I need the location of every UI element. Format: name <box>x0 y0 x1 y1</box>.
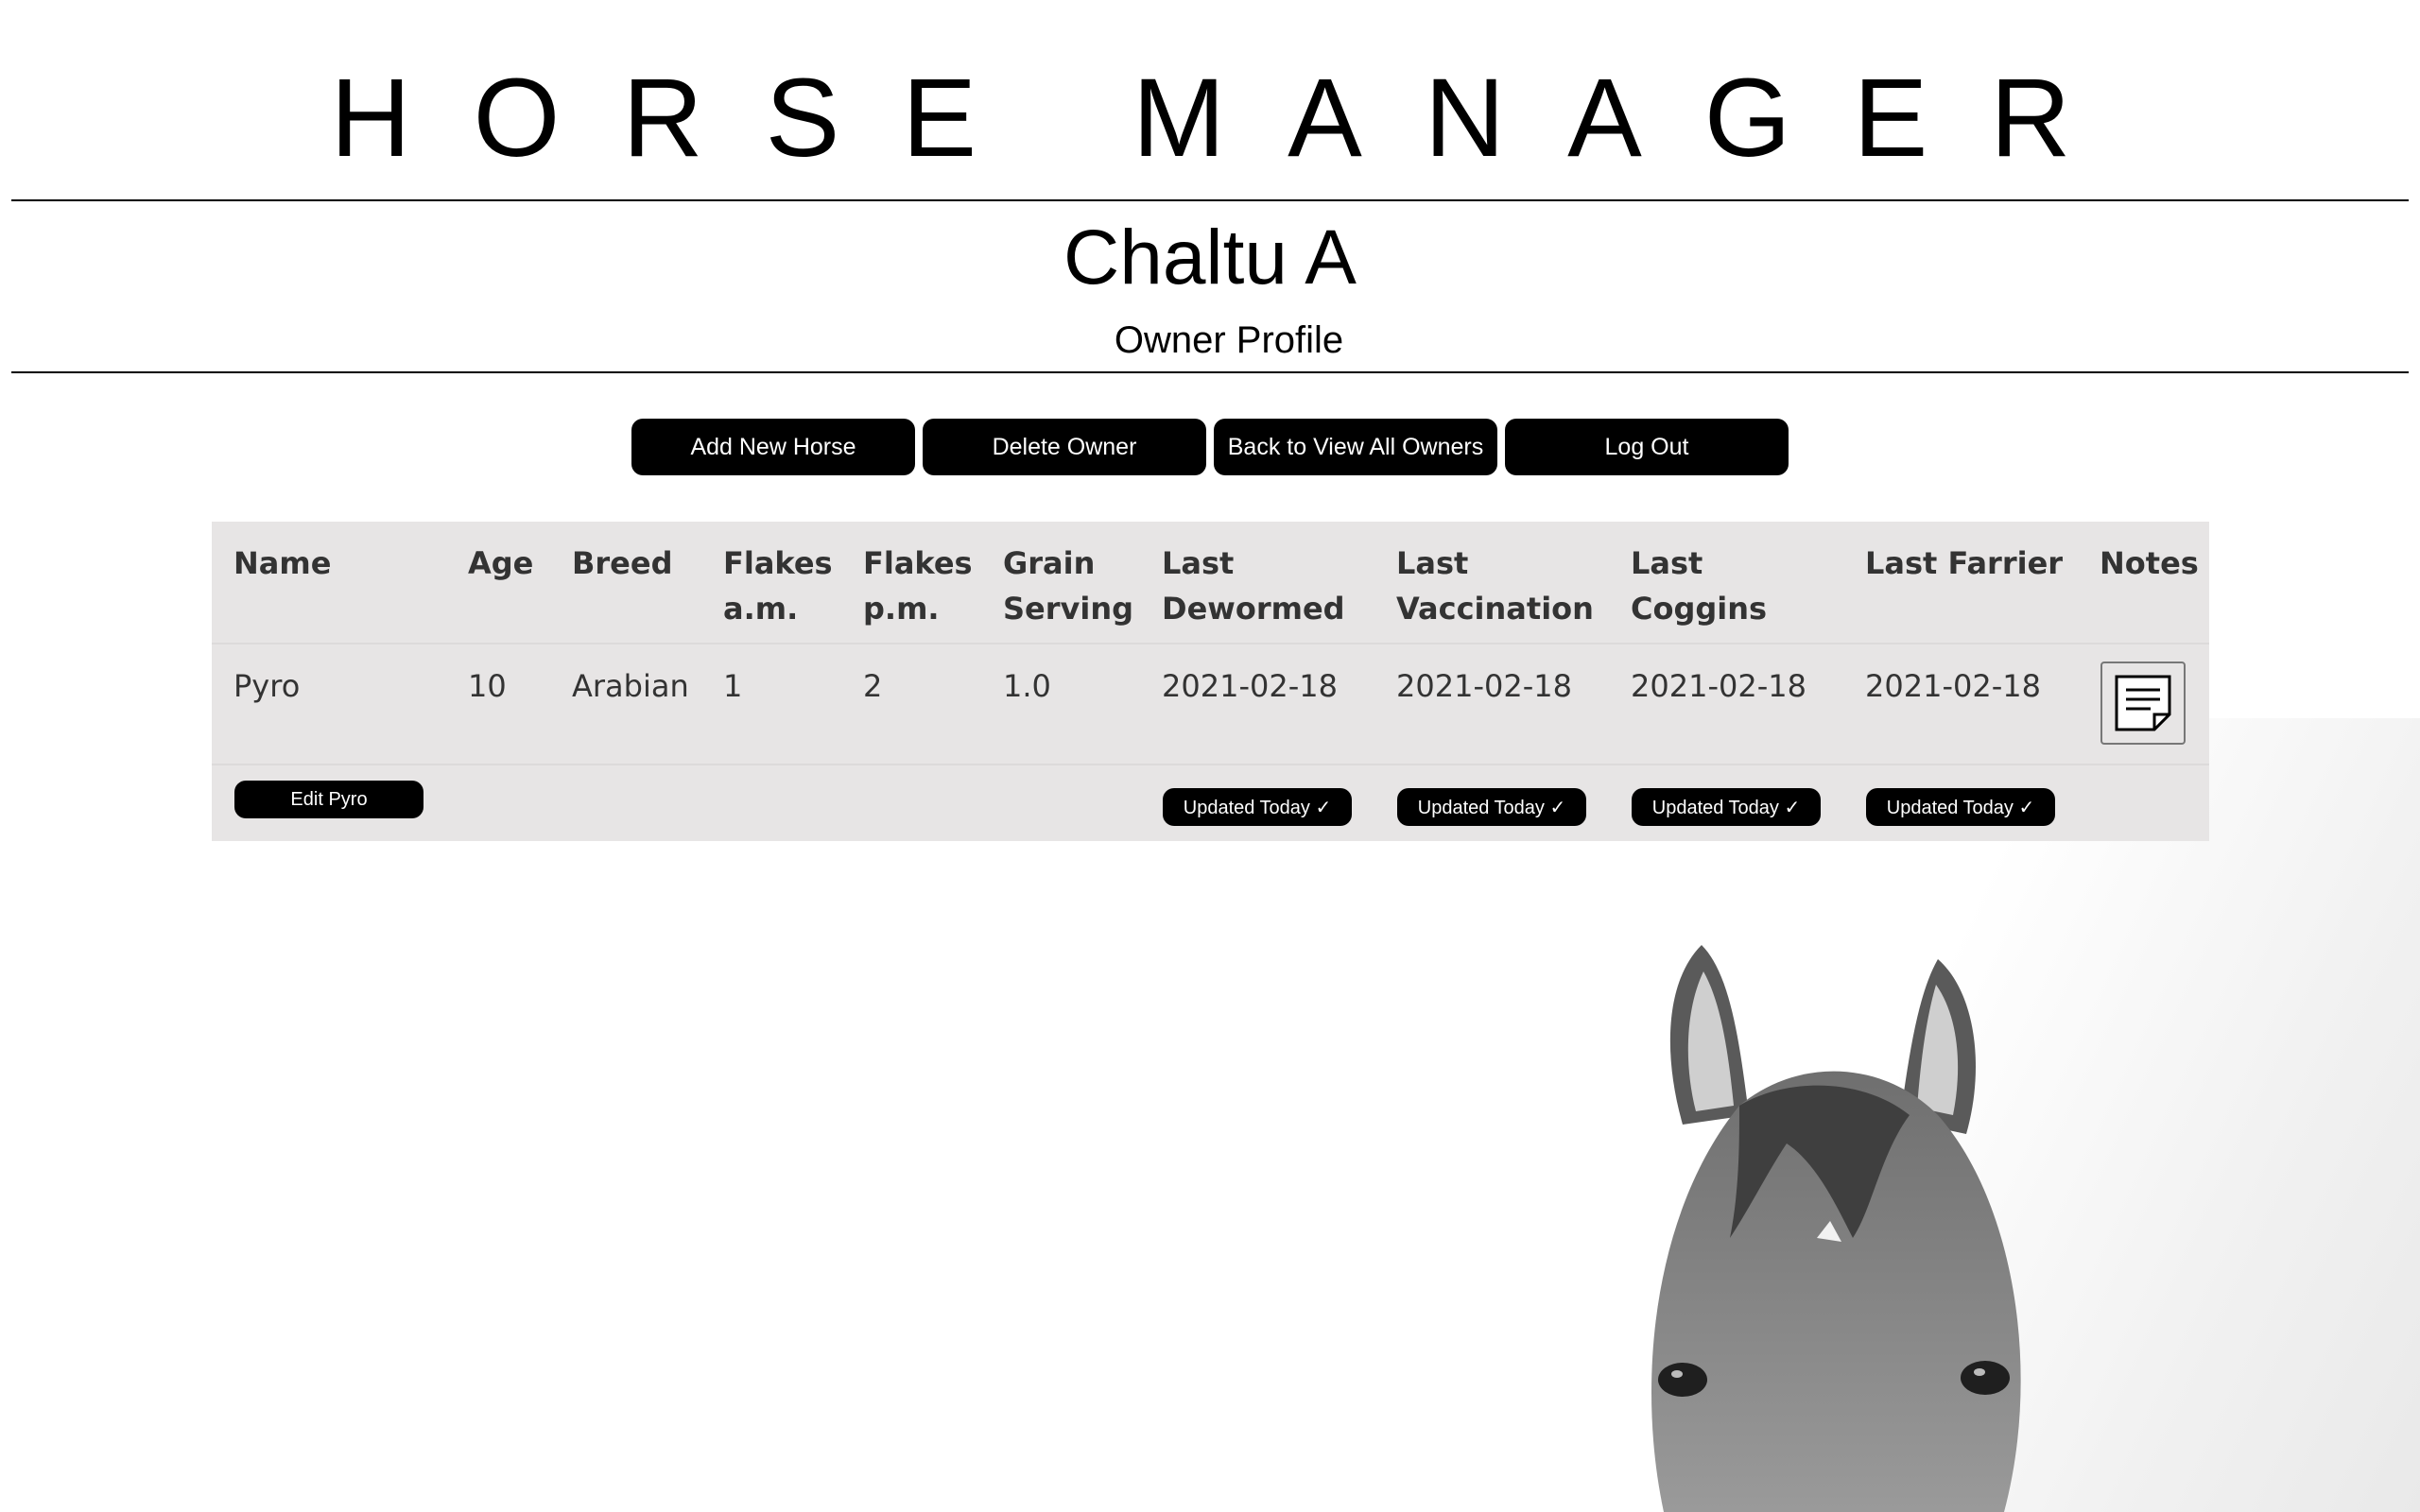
owner-subtitle: Owner Profile <box>1114 319 1344 361</box>
row-divider <box>212 643 2209 644</box>
row-divider <box>212 764 2209 765</box>
update-dewormed-button[interactable]: Updated Today ✓ <box>1163 788 1352 826</box>
notes-button[interactable] <box>2100 662 2186 745</box>
header-last-farrier: Last Farrier <box>1865 545 2064 581</box>
back-to-owners-button[interactable]: Back to View All Owners <box>1214 419 1497 475</box>
cell-flakes-pm: 2 <box>863 668 883 704</box>
header-age: Age <box>468 545 534 581</box>
header-divider <box>11 199 2409 201</box>
horses-table: Name Age Breed Flakes a.m. Flakes p.m. G… <box>212 522 2209 841</box>
cell-last-coggins: 2021-02-18 <box>1631 668 1806 704</box>
delete-owner-button[interactable]: Delete Owner <box>923 419 1206 475</box>
app-title: HORSE MANAGER <box>330 56 2134 180</box>
header-grain-serving: Grain Serving <box>1003 545 1134 627</box>
header-breed: Breed <box>572 545 673 581</box>
update-farrier-button[interactable]: Updated Today ✓ <box>1866 788 2055 826</box>
update-vaccination-button[interactable]: Updated Today ✓ <box>1397 788 1586 826</box>
cell-name: Pyro <box>233 668 301 704</box>
header-last-coggins: Last Coggins <box>1631 545 1768 627</box>
header-notes: Notes <box>2100 545 2199 581</box>
cell-flakes-am: 1 <box>723 668 743 704</box>
action-bar: Add New Horse Delete Owner Back to View … <box>631 419 1789 475</box>
header-flakes-am: Flakes a.m. <box>723 545 833 627</box>
header-flakes-pm: Flakes p.m. <box>863 545 973 627</box>
cell-breed: Arabian <box>572 668 689 704</box>
horse-photo <box>1651 945 2021 1512</box>
add-new-horse-button[interactable]: Add New Horse <box>631 419 915 475</box>
cell-age: 10 <box>468 668 507 704</box>
edit-horse-button[interactable]: Edit Pyro <box>234 781 424 818</box>
cell-last-vaccination: 2021-02-18 <box>1396 668 1572 704</box>
header-name: Name <box>233 545 332 581</box>
notes-document-icon <box>2115 675 2171 731</box>
header-last-dewormed: Last Dewormed <box>1162 545 1345 627</box>
profile-divider <box>11 371 2409 373</box>
update-coggins-button[interactable]: Updated Today ✓ <box>1632 788 1821 826</box>
cell-last-dewormed: 2021-02-18 <box>1162 668 1338 704</box>
owner-name: Chaltu A <box>1063 215 1357 301</box>
cell-last-farrier: 2021-02-18 <box>1865 668 2041 704</box>
cell-grain: 1.0 <box>1003 668 1051 704</box>
log-out-button[interactable]: Log Out <box>1505 419 1789 475</box>
header-last-vaccination: Last Vaccination <box>1396 545 1594 627</box>
